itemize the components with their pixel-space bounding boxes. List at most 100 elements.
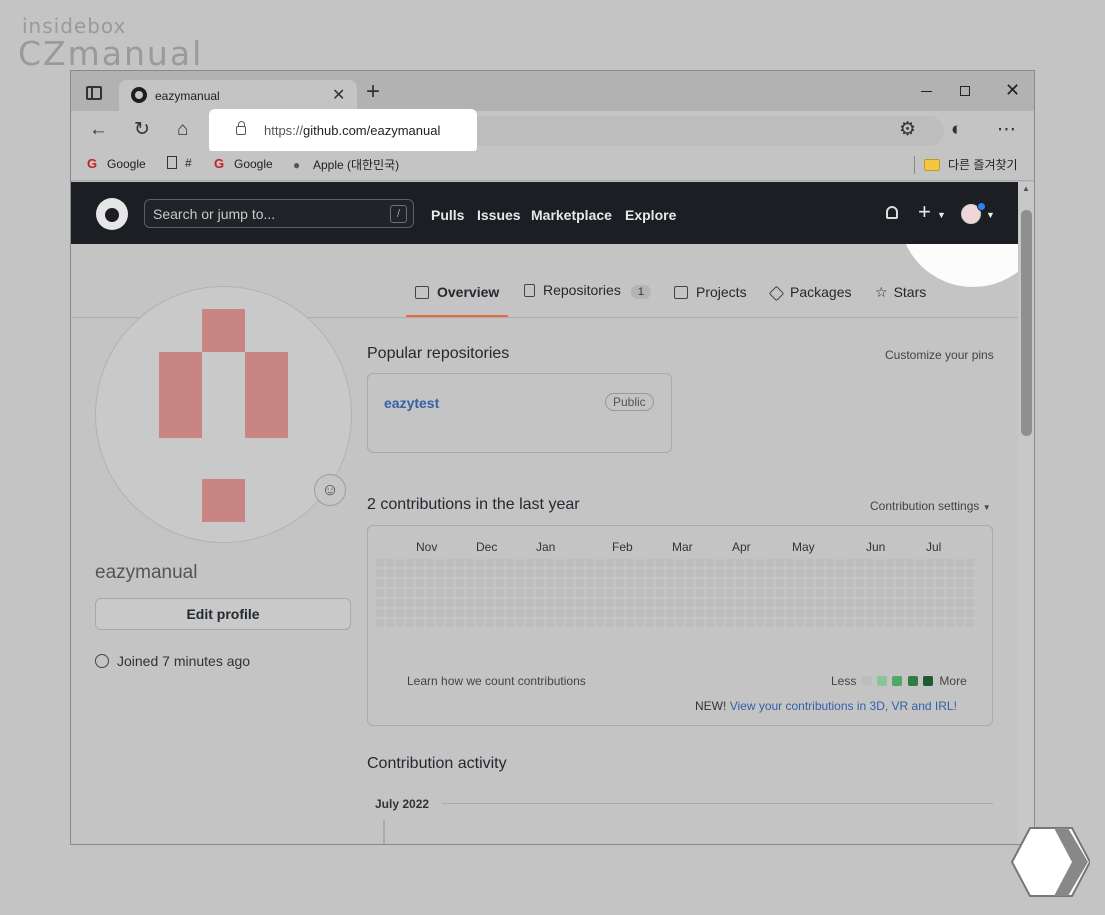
contribution-day[interactable]: [826, 569, 834, 577]
contribution-day[interactable]: [726, 619, 734, 627]
contribution-day[interactable]: [546, 619, 554, 627]
create-new-plus-icon[interactable]: +: [918, 199, 931, 225]
contribution-day[interactable]: [466, 609, 474, 617]
contribution-day[interactable]: [656, 589, 664, 597]
contribution-day[interactable]: [646, 559, 654, 567]
contribution-day[interactable]: [546, 569, 554, 577]
contribution-day[interactable]: [806, 609, 814, 617]
contribution-day[interactable]: [916, 609, 924, 617]
contribution-day[interactable]: [776, 609, 784, 617]
contribution-day[interactable]: [966, 619, 974, 627]
contribution-day[interactable]: [376, 599, 384, 607]
contribution-day[interactable]: [606, 579, 614, 587]
contribution-day[interactable]: [946, 579, 954, 587]
contribution-day[interactable]: [496, 599, 504, 607]
contribution-day[interactable]: [626, 569, 634, 577]
profile-avatar[interactable]: [95, 286, 352, 543]
contribution-day[interactable]: [386, 569, 394, 577]
contribution-day[interactable]: [816, 579, 824, 587]
contribution-day[interactable]: [686, 579, 694, 587]
contribution-day[interactable]: [566, 609, 574, 617]
contribution-day[interactable]: [676, 619, 684, 627]
contribution-day[interactable]: [836, 619, 844, 627]
contribution-day[interactable]: [616, 569, 624, 577]
contribution-day[interactable]: [896, 599, 904, 607]
contribution-day[interactable]: [746, 579, 754, 587]
contribution-day[interactable]: [676, 599, 684, 607]
contribution-day[interactable]: [406, 609, 414, 617]
contribution-day[interactable]: [836, 599, 844, 607]
contribution-day[interactable]: [426, 559, 434, 567]
contribution-day[interactable]: [636, 609, 644, 617]
contribution-day[interactable]: [866, 589, 874, 597]
contribution-day[interactable]: [496, 579, 504, 587]
contribution-day[interactable]: [636, 579, 644, 587]
contribution-day[interactable]: [876, 579, 884, 587]
contribution-day[interactable]: [526, 569, 534, 577]
contribution-day[interactable]: [636, 569, 644, 577]
contribution-day[interactable]: [946, 559, 954, 567]
contribution-day[interactable]: [436, 569, 444, 577]
contribution-day[interactable]: [916, 589, 924, 597]
contribution-day[interactable]: [786, 589, 794, 597]
tab-repositories[interactable]: Repositories 1: [524, 282, 651, 299]
scroll-up-arrow-icon[interactable]: ▲: [1022, 184, 1030, 193]
contribution-day[interactable]: [606, 589, 614, 597]
contribution-day[interactable]: [666, 559, 674, 567]
contribution-day[interactable]: [696, 599, 704, 607]
contribution-day[interactable]: [636, 589, 644, 597]
contribution-day[interactable]: [486, 619, 494, 627]
lock-icon[interactable]: [236, 121, 246, 135]
contribution-day[interactable]: [896, 559, 904, 567]
contribution-day[interactable]: [706, 609, 714, 617]
contribution-day[interactable]: [706, 619, 714, 627]
profile-shield-icon[interactable]: ◐: [951, 120, 962, 140]
contribution-day[interactable]: [426, 589, 434, 597]
contribution-day[interactable]: [546, 599, 554, 607]
contribution-day[interactable]: [456, 559, 464, 567]
contribution-day[interactable]: [686, 599, 694, 607]
contribution-day[interactable]: [776, 589, 784, 597]
bookmark-google-1[interactable]: G Google: [87, 156, 146, 171]
contribution-day[interactable]: [856, 589, 864, 597]
contribution-day[interactable]: [416, 609, 424, 617]
contribution-day[interactable]: [866, 619, 874, 627]
contribution-day[interactable]: [906, 619, 914, 627]
contribution-day[interactable]: [816, 559, 824, 567]
contribution-day[interactable]: [586, 609, 594, 617]
contribution-day[interactable]: [826, 619, 834, 627]
contribution-day[interactable]: [786, 599, 794, 607]
contribution-day[interactable]: [846, 599, 854, 607]
contribution-day[interactable]: [616, 609, 624, 617]
contribution-day[interactable]: [376, 609, 384, 617]
contribution-day[interactable]: [756, 589, 764, 597]
contribution-day[interactable]: [956, 559, 964, 567]
contribution-day[interactable]: [536, 619, 544, 627]
more-menu-icon[interactable]: ⋯: [997, 120, 1016, 140]
github-logo-icon[interactable]: [96, 198, 128, 230]
contribution-day[interactable]: [916, 579, 924, 587]
contribution-day[interactable]: [746, 559, 754, 567]
contribution-day[interactable]: [806, 589, 814, 597]
contribution-day[interactable]: [936, 559, 944, 567]
url-field[interactable]: https://github.com/eazymanual: [264, 123, 440, 138]
contribution-day[interactable]: [496, 619, 504, 627]
contribution-day[interactable]: [846, 619, 854, 627]
contribution-day[interactable]: [466, 579, 474, 587]
contribution-day[interactable]: [876, 589, 884, 597]
contribution-day[interactable]: [386, 589, 394, 597]
contribution-day[interactable]: [596, 609, 604, 617]
contribution-day[interactable]: [956, 599, 964, 607]
contribution-day[interactable]: [866, 569, 874, 577]
contribution-day[interactable]: [666, 579, 674, 587]
contribution-day[interactable]: [816, 619, 824, 627]
contribution-day[interactable]: [476, 619, 484, 627]
contribution-day[interactable]: [386, 599, 394, 607]
contribution-day[interactable]: [616, 589, 624, 597]
contribution-day[interactable]: [756, 609, 764, 617]
contribution-day[interactable]: [906, 579, 914, 587]
contribution-day[interactable]: [446, 569, 454, 577]
view-3d-link[interactable]: View your contributions in 3D, VR and IR…: [730, 699, 957, 713]
contribution-day[interactable]: [476, 579, 484, 587]
contribution-day[interactable]: [516, 589, 524, 597]
